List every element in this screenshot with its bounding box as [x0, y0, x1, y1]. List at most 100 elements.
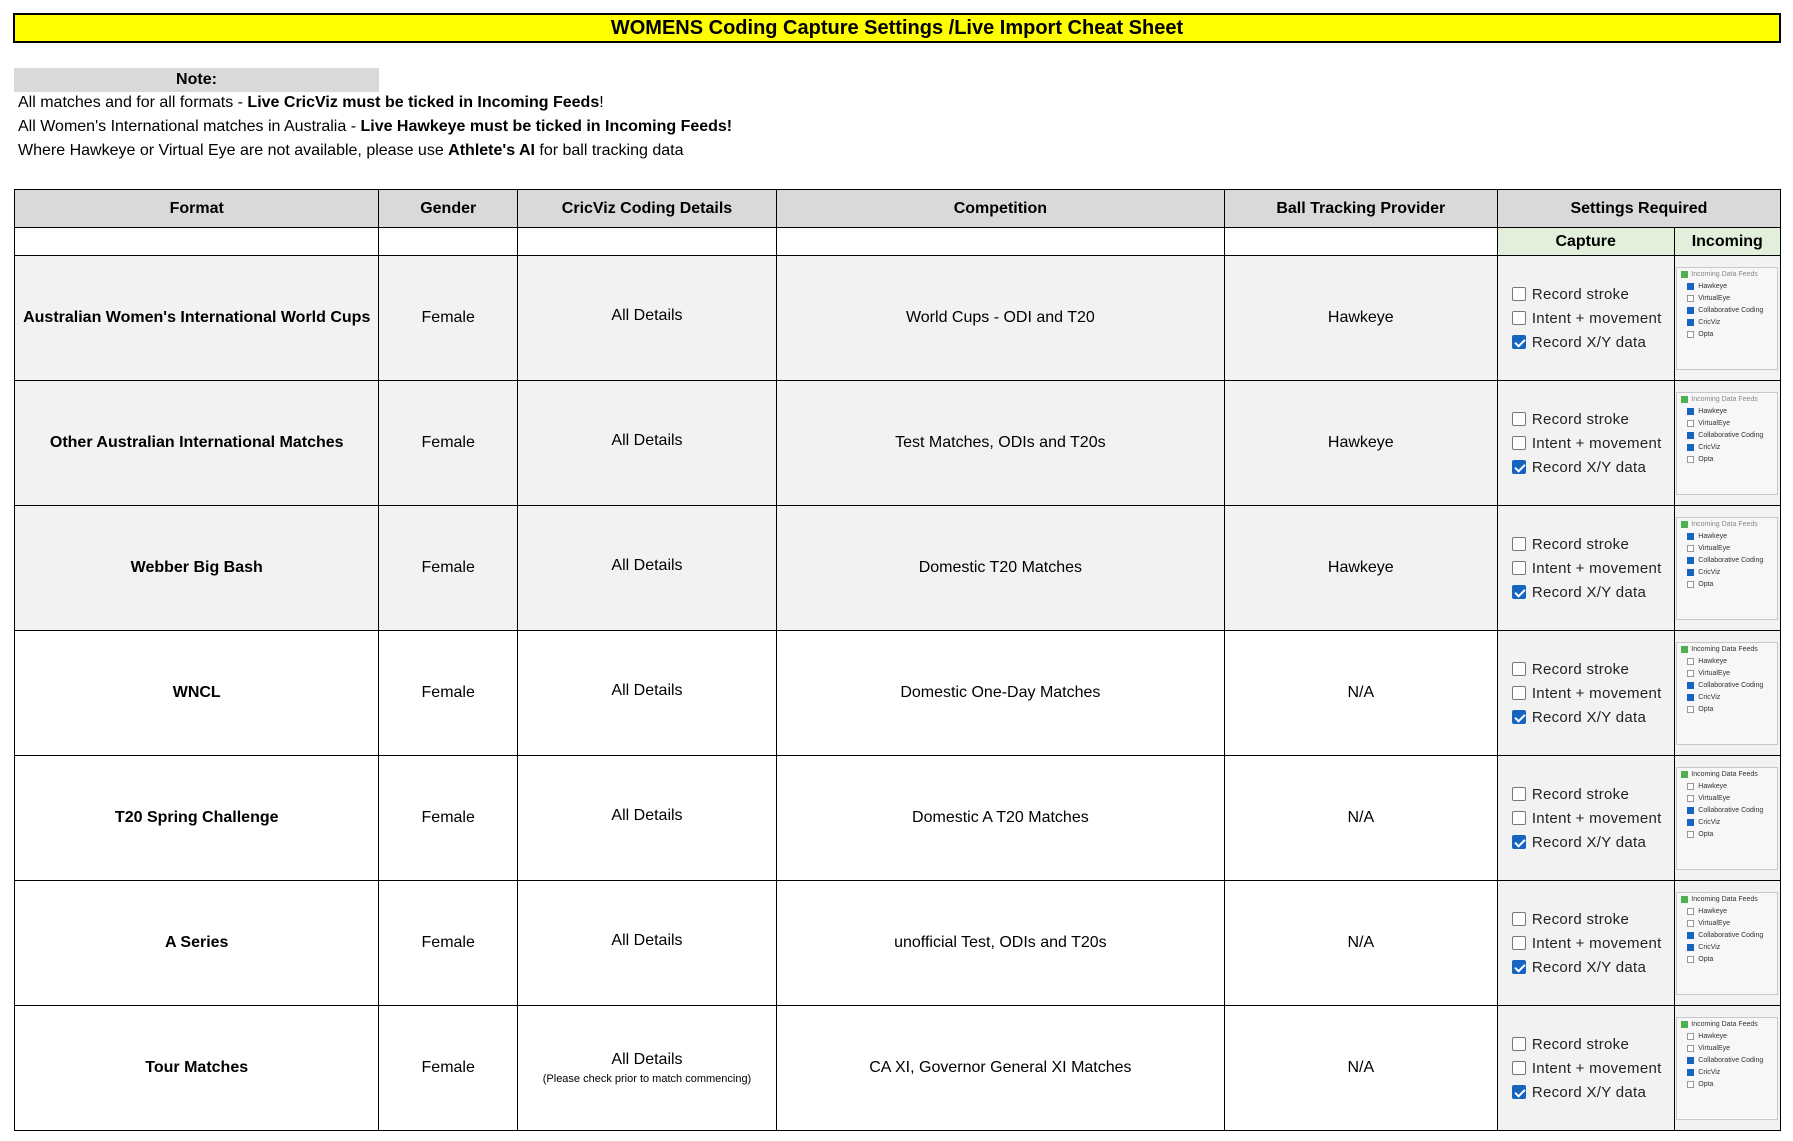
- record-stroke-option[interactable]: Record stroke: [1511, 786, 1629, 803]
- checkbox-icon[interactable]: [1511, 686, 1526, 700]
- table-row: Australian Women's International World C…: [13, 255, 1782, 381]
- incoming-feeds-thumbnail: Incoming Data Feeds Hawkeye VirtualEye Coll…: [1676, 891, 1779, 995]
- checkbox-icon[interactable]: [1511, 412, 1526, 426]
- cell-competition: Domestic One-Day Matches: [776, 630, 1225, 756]
- cell-incoming: Incoming Data Feeds Hawkeye VirtualEye Coll…: [1673, 630, 1782, 756]
- feed-virtualeye: VirtualEye: [1681, 794, 1773, 802]
- feed-virtualeye: VirtualEye: [1681, 919, 1773, 927]
- feed-checkbox: [1687, 330, 1695, 338]
- checkbox-checked-icon[interactable]: [1511, 1085, 1526, 1099]
- checkbox-icon[interactable]: [1511, 287, 1526, 301]
- record-xy-option[interactable]: Record X/Y data: [1511, 459, 1646, 476]
- feed-checkbox: [1687, 455, 1695, 463]
- intent-movement-option[interactable]: Intent + movement: [1511, 1060, 1662, 1077]
- checkbox-icon[interactable]: [1511, 662, 1526, 676]
- record-xy-option[interactable]: Record X/Y data: [1511, 334, 1646, 351]
- record-xy-option[interactable]: Record X/Y data: [1511, 584, 1646, 601]
- feed-collab: Collaborative Coding: [1681, 431, 1773, 439]
- app-icon: [1681, 645, 1689, 653]
- record-xy-option[interactable]: Record X/Y data: [1511, 959, 1646, 976]
- cell-incoming: Incoming Data Feeds Hawkeye VirtualEye Coll…: [1673, 1005, 1782, 1131]
- cell-format: Webber Big Bash: [13, 505, 380, 631]
- feed-cricviz: CricViz: [1681, 568, 1773, 576]
- incoming-feeds-thumbnail: Incoming Data Feeds Hawkeye VirtualEye Coll…: [1676, 1016, 1779, 1120]
- checkbox-icon[interactable]: [1511, 787, 1526, 801]
- checkbox-icon[interactable]: [1511, 1061, 1526, 1075]
- checkbox-icon[interactable]: [1511, 436, 1526, 450]
- feed-title: Incoming Data Feeds: [1681, 645, 1773, 653]
- record-stroke-option[interactable]: Record stroke: [1511, 661, 1629, 678]
- record-stroke-option[interactable]: Record stroke: [1511, 286, 1629, 303]
- record-xy-option[interactable]: Record X/Y data: [1511, 1084, 1646, 1101]
- cell-capture: Record stroke Intent + movement Record X/Y…: [1496, 505, 1675, 631]
- checkbox-icon[interactable]: [1511, 811, 1526, 825]
- cell-competition: World Cups - ODI and T20: [776, 255, 1225, 381]
- record-stroke-option[interactable]: Record stroke: [1511, 1036, 1629, 1053]
- sheet-title: WOMENS Coding Capture Settings /Live Imp…: [13, 13, 1781, 43]
- feed-collab: Collaborative Coding: [1681, 1056, 1773, 1064]
- checkbox-icon[interactable]: [1511, 936, 1526, 950]
- feed-virtualeye: VirtualEye: [1681, 544, 1773, 552]
- header-ball-tracking: Ball Tracking Provider: [1223, 189, 1498, 228]
- cell-ball-tracking: Hawkeye: [1223, 255, 1498, 381]
- feed-checkbox: [1687, 931, 1695, 939]
- feed-checkbox: [1687, 806, 1695, 814]
- feed-checkbox: [1687, 532, 1695, 540]
- feed-cricviz: CricViz: [1681, 318, 1773, 326]
- feed-checkbox: [1687, 431, 1695, 439]
- intent-movement-option[interactable]: Intent + movement: [1511, 310, 1662, 327]
- checkbox-checked-icon[interactable]: [1511, 710, 1526, 724]
- header-format: Format: [13, 189, 380, 228]
- checkbox-checked-icon[interactable]: [1511, 960, 1526, 974]
- subheader-capture: Capture: [1496, 227, 1675, 256]
- record-xy-option[interactable]: Record X/Y data: [1511, 834, 1646, 851]
- cell-ball-tracking: N/A: [1223, 630, 1498, 756]
- cell-gender: Female: [378, 755, 518, 881]
- checkbox-icon[interactable]: [1511, 1037, 1526, 1051]
- feed-title: Incoming Data Feeds: [1681, 770, 1773, 778]
- cell-ball-tracking: N/A: [1223, 1005, 1498, 1131]
- feed-checkbox: [1687, 1068, 1695, 1076]
- feed-checkbox: [1687, 544, 1695, 552]
- intent-movement-option[interactable]: Intent + movement: [1511, 435, 1662, 452]
- checkbox-icon[interactable]: [1511, 561, 1526, 575]
- cell-ball-tracking: Hawkeye: [1223, 505, 1498, 631]
- record-stroke-option[interactable]: Record stroke: [1511, 536, 1629, 553]
- cell-format: Australian Women's International World C…: [13, 255, 380, 381]
- cell-incoming: Incoming Data Feeds Hawkeye VirtualEye Coll…: [1673, 505, 1782, 631]
- table-row: WNCL Female All Details Domestic One-Day Ma…: [13, 630, 1782, 756]
- cell-format: T20 Spring Challenge: [13, 755, 380, 881]
- feed-checkbox: [1687, 419, 1695, 427]
- incoming-feeds-thumbnail: Incoming Data Feeds Hawkeye VirtualEye Coll…: [1676, 641, 1779, 745]
- feed-checkbox: [1687, 306, 1695, 314]
- record-xy-option[interactable]: Record X/Y data: [1511, 709, 1646, 726]
- cell-cricviz: All Details (Please check prior to match …: [516, 1005, 778, 1131]
- cell-competition: unofficial Test, ODIs and T20s: [776, 880, 1225, 1006]
- record-stroke-option[interactable]: Record stroke: [1511, 911, 1629, 928]
- cell-ball-tracking: Hawkeye: [1223, 380, 1498, 506]
- intent-movement-option[interactable]: Intent + movement: [1511, 935, 1662, 952]
- intent-movement-option[interactable]: Intent + movement: [1511, 685, 1662, 702]
- record-stroke-option[interactable]: Record stroke: [1511, 411, 1629, 428]
- cell-capture: Record stroke Intent + movement Record X/Y…: [1496, 755, 1675, 881]
- header-row: Format Gender CricViz Coding Details Com…: [13, 189, 1782, 228]
- feed-hawkeye: Hawkeye: [1681, 1032, 1773, 1040]
- checkbox-checked-icon[interactable]: [1511, 835, 1526, 849]
- checkbox-icon[interactable]: [1511, 912, 1526, 926]
- feed-opta: Opta: [1681, 830, 1773, 838]
- checkbox-icon[interactable]: [1511, 537, 1526, 551]
- checkbox-checked-icon[interactable]: [1511, 460, 1526, 474]
- checkbox-icon[interactable]: [1511, 311, 1526, 325]
- cell-capture: Record stroke Intent + movement Record X/Y…: [1496, 255, 1675, 381]
- header-gender: Gender: [378, 189, 518, 228]
- checkbox-checked-icon[interactable]: [1511, 585, 1526, 599]
- feed-checkbox: [1687, 1056, 1695, 1064]
- feed-collab: Collaborative Coding: [1681, 806, 1773, 814]
- cell-capture: Record stroke Intent + movement Record X/Y…: [1496, 630, 1675, 756]
- checkbox-checked-icon[interactable]: [1511, 335, 1526, 349]
- intent-movement-option[interactable]: Intent + movement: [1511, 810, 1662, 827]
- feed-cricviz: CricViz: [1681, 1068, 1773, 1076]
- feed-virtualeye: VirtualEye: [1681, 419, 1773, 427]
- intent-movement-option[interactable]: Intent + movement: [1511, 560, 1662, 577]
- feed-checkbox: [1687, 657, 1695, 665]
